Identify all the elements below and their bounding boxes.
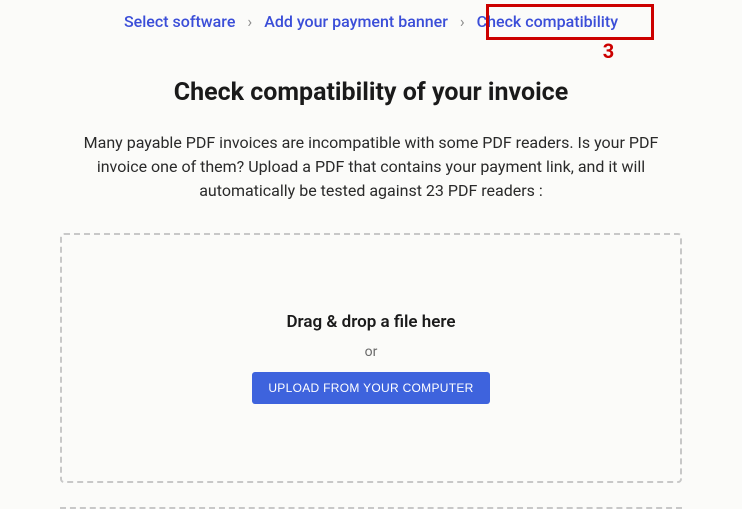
annotation-number: 3 xyxy=(495,39,722,63)
drop-zone-text: Drag & drop a file here xyxy=(286,312,455,332)
chevron-right-icon: › xyxy=(247,12,252,31)
page-title: Check compatibility of your invoice xyxy=(20,78,722,107)
chevron-right-icon: › xyxy=(460,12,465,31)
breadcrumb-step-3[interactable]: Check compatibility xyxy=(477,12,618,31)
breadcrumb-step-2[interactable]: Add your payment banner xyxy=(264,12,448,31)
breadcrumb: Select software › Add your payment banne… xyxy=(20,12,722,31)
page-description: Many payable PDF invoices are incompatib… xyxy=(61,131,681,203)
drop-zone-or: or xyxy=(365,344,378,360)
breadcrumb-step-1[interactable]: Select software xyxy=(124,12,235,31)
upload-button[interactable]: UPLOAD FROM YOUR COMPUTER xyxy=(252,372,489,404)
file-drop-zone[interactable]: Drag & drop a file here or UPLOAD FROM Y… xyxy=(60,233,682,483)
